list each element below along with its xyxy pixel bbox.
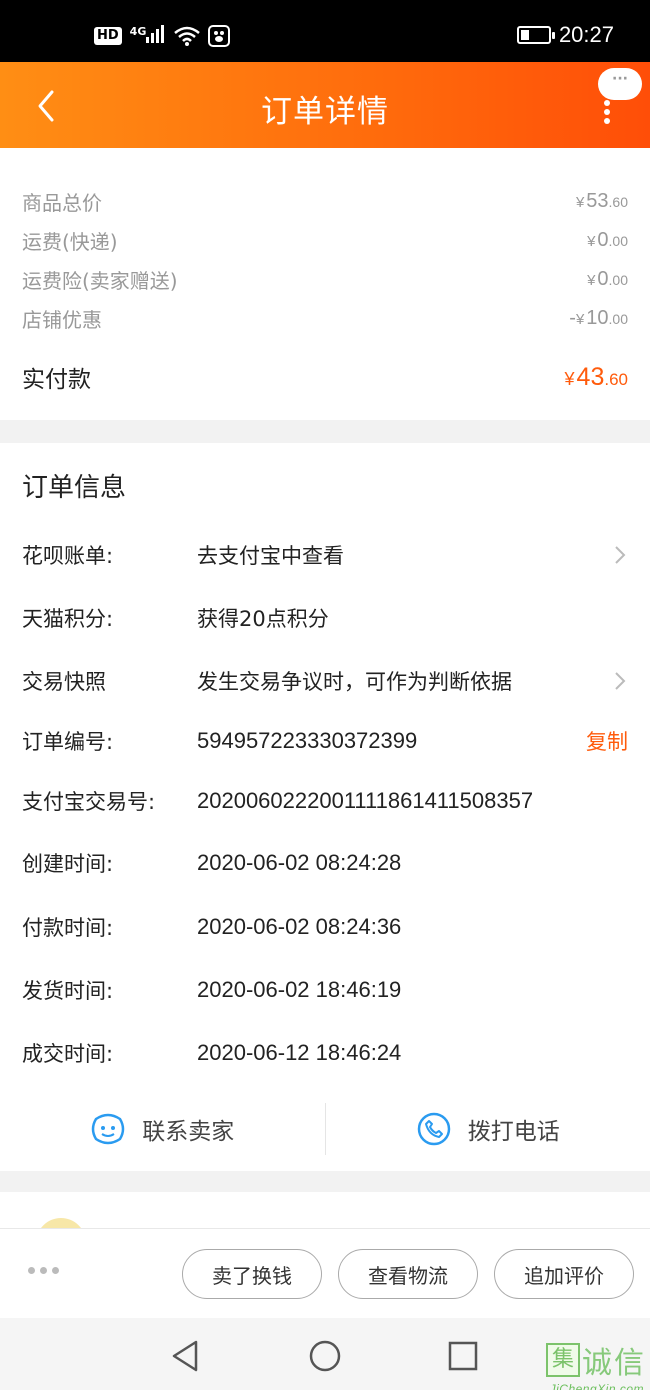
total-value: ¥43.60 — [564, 362, 628, 391]
status-bar: HD 4G 20:27 — [0, 0, 650, 62]
info-row-created: 创建时间: 2020-06-02 08:24:28 — [22, 845, 628, 881]
price-row-total: 实付款 ¥43.60 — [22, 359, 628, 395]
copy-button[interactable]: 复制 — [586, 726, 628, 756]
info-value: 2020060222001111861411508357 — [197, 788, 534, 813]
info-row-paid: 付款时间: 2020-06-02 08:24:36 — [22, 909, 628, 945]
info-row-huabei[interactable]: 花呗账单: 去支付宝中查看 — [22, 537, 628, 573]
info-label: 付款时间: — [22, 916, 114, 940]
sell-button[interactable]: 卖了换钱 — [182, 1249, 322, 1299]
more-actions-icon[interactable] — [28, 1267, 59, 1274]
app-header: 订单详情 ··· — [0, 62, 650, 148]
total-label: 实付款 — [22, 367, 91, 393]
price-row-store-discount: 店铺优惠 -¥ 10.00 — [22, 303, 628, 333]
clock: 20:27 — [558, 22, 614, 47]
price-value: ¥53.60 — [575, 189, 628, 212]
watermark-char: 诚 — [582, 1346, 612, 1381]
price-value: ¥0.00 — [587, 267, 628, 290]
watermark: 集 诚 信 JiChengXin.com — [546, 1338, 644, 1390]
more-vertical-icon[interactable] — [602, 100, 612, 124]
info-row-shipped: 发货时间: 2020-06-02 18:46:19 — [22, 972, 628, 1008]
info-row-snapshot[interactable]: 交易快照 发生交易争议时，可作为判断依据 — [22, 663, 628, 699]
info-label: 花呗账单: — [22, 544, 114, 568]
nav-recents-button[interactable] — [445, 1338, 481, 1374]
chevron-right-icon — [615, 672, 626, 690]
price-row-shipping: 运费(快递) ¥0.00 — [22, 225, 628, 255]
price-label: 商品总价 — [22, 190, 102, 215]
price-label: 运费险(卖家赠送) — [22, 268, 178, 293]
order-info-card: 订单信息 花呗账单: 去支付宝中查看 天猫积分: 获得20点积分 交易快照 发生… — [0, 443, 650, 1171]
info-row-points: 天猫积分: 获得20点积分 — [22, 600, 628, 636]
watermark-domain: JiChengXin.com — [549, 1382, 644, 1390]
contact-seller-label: 联系卖家 — [142, 1119, 235, 1145]
action-bar: 卖了换钱 查看物流 追加评价 — [0, 1228, 650, 1318]
triangle-back-icon — [172, 1340, 198, 1372]
price-summary-card: 商品总价 ¥53.60 运费(快递) ¥0.00 运费险(卖家赠送) ¥0.00… — [0, 148, 650, 420]
info-label: 发货时间: — [22, 979, 114, 1003]
status-right: 20:27 — [516, 22, 614, 48]
price-value: -¥ 10.00 — [569, 306, 628, 329]
info-value: 2020-06-02 18:46:19 — [197, 977, 402, 1002]
info-label: 创建时间: — [22, 852, 114, 876]
info-label: 订单编号: — [22, 730, 114, 754]
smiley-chat-icon — [92, 1113, 125, 1145]
info-value: 2020-06-02 08:24:28 — [197, 850, 402, 875]
info-label: 成交时间: — [22, 1042, 114, 1066]
status-icons: HD 4G — [94, 22, 231, 50]
view-logistics-button[interactable]: 查看物流 — [338, 1249, 478, 1299]
price-row-shipping-insurance: 运费险(卖家赠送) ¥0.00 — [22, 264, 628, 294]
info-label: 交易快照 — [22, 670, 106, 694]
info-value: 发生交易争议时，可作为判断依据 — [197, 670, 512, 694]
network-type: 4G — [130, 25, 167, 47]
chevron-right-icon — [615, 546, 626, 564]
info-label: 支付宝交易号: — [22, 790, 156, 814]
message-bubble[interactable]: ··· — [598, 68, 642, 100]
wifi-icon — [174, 26, 201, 46]
info-label: 天猫积分: — [22, 607, 114, 631]
square-recents-icon — [448, 1341, 478, 1371]
call-phone-label: 拨打电话 — [467, 1119, 560, 1145]
store-avatar — [36, 1218, 86, 1228]
phone-icon — [417, 1112, 450, 1146]
info-value: 获得20点积分 — [197, 607, 329, 631]
paw-app-icon — [208, 25, 231, 47]
contact-seller-button[interactable]: 联系卖家 — [0, 1099, 325, 1159]
info-row-alipay-number: 支付宝交易号: 2020060222001111861411508357 — [22, 783, 628, 819]
add-review-button[interactable]: 追加评价 — [494, 1249, 634, 1299]
nav-home-button[interactable] — [307, 1338, 343, 1374]
hd-badge: HD — [94, 27, 122, 45]
price-value: ¥0.00 — [587, 228, 628, 251]
info-row-completed: 成交时间: 2020-06-12 18:46:24 — [22, 1035, 628, 1071]
signal-icon — [146, 25, 165, 43]
call-phone-button[interactable]: 拨打电话 — [326, 1099, 650, 1159]
info-value: 去支付宝中查看 — [197, 544, 344, 568]
section-title: 订单信息 — [22, 473, 127, 503]
contact-bar: 联系卖家 拨打电话 — [0, 1099, 650, 1159]
info-row-order-number: 订单编号: 594957223330372399 复制 — [22, 723, 628, 759]
next-card-peek — [0, 1192, 650, 1228]
page-title: 订单详情 — [261, 94, 389, 130]
price-label: 店铺优惠 — [22, 307, 102, 332]
circle-home-icon — [309, 1340, 341, 1372]
price-label: 运费(快递) — [22, 229, 118, 254]
info-value: 2020-06-12 18:46:24 — [197, 1040, 402, 1065]
watermark-box: 集 — [546, 1343, 580, 1377]
info-value: 594957223330372399 — [197, 728, 418, 753]
price-row-goods: 商品总价 ¥53.60 — [22, 186, 628, 216]
battery-icon — [516, 26, 555, 44]
watermark-char: 信 — [614, 1346, 644, 1381]
nav-back-button[interactable] — [168, 1338, 204, 1374]
info-value: 2020-06-02 08:24:36 — [197, 914, 402, 939]
